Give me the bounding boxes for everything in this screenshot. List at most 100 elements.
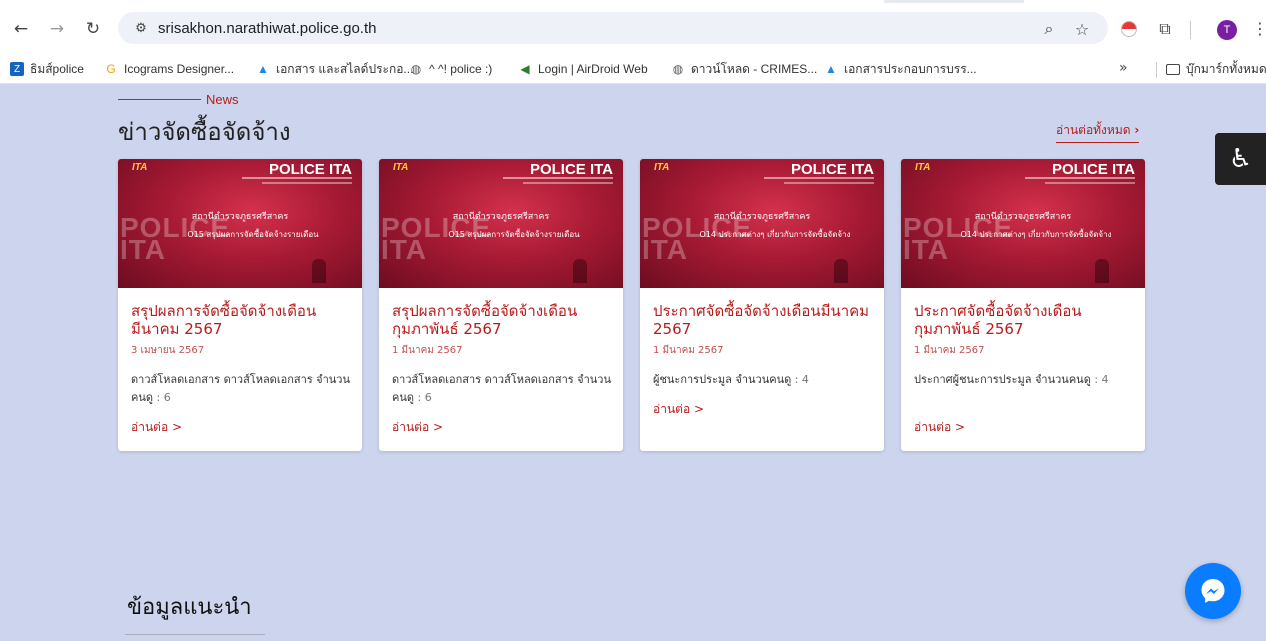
- thumb-subline: [242, 177, 352, 179]
- read-all-link[interactable]: อ่านต่อทั้งหมด ›: [1056, 121, 1140, 143]
- thumb-figure: [1095, 259, 1109, 283]
- card-date: 1 มีนาคม 2567: [653, 345, 724, 356]
- news-card[interactable]: ITA POLICE ITA POLICE ITA สถานีตำรวจภูธรศรีส…: [901, 159, 1145, 451]
- all-bookmarks-label: บุ๊กมาร์กทั้งหมด: [1186, 61, 1266, 76]
- bookmarks-divider: [1156, 62, 1157, 78]
- thumb-subtitle: O14 ประกาศต่างๆ เกี่ยวกับการจัดซื้อจัดจ้…: [699, 230, 851, 239]
- ita-logo: ITA: [654, 162, 670, 173]
- bookmark-label: ดาวน์โหลด - CRIMES...: [691, 61, 818, 76]
- menu-kebab-icon[interactable]: ⋮: [1252, 19, 1266, 38]
- tab-indicator: [884, 0, 1024, 3]
- bookmark-label: เอกสาร และสไลด์ประกอ...: [276, 61, 414, 76]
- google-drive-icon: ▲: [257, 62, 269, 76]
- url-text[interactable]: srisakhon.narathiwat.police.go.th: [158, 20, 376, 37]
- thumb-subtitle: O15 สรุปผลการจัดซื้อจัดจ้างรายเดือน: [187, 230, 319, 239]
- profile-avatar[interactable]: T: [1217, 20, 1237, 40]
- bookmark-item[interactable]: ◀ Login | AirDroid Web: [518, 60, 648, 78]
- all-bookmarks[interactable]: บุ๊กมาร์กทั้งหมด: [1166, 60, 1266, 78]
- thumb-subline: [1025, 177, 1135, 179]
- bookmark-item[interactable]: ▲ เอกสาร และสไลด์ประกอ...: [256, 60, 413, 78]
- card-title[interactable]: สรุปผลการจัดซื้อจัดจ้างเดือนกุมภาพันธ์ 2…: [392, 302, 614, 338]
- toolbar-divider: [1190, 21, 1191, 39]
- bookmark-item[interactable]: ▲ เอกสารประกอบการบรร...: [824, 60, 977, 78]
- chevron-right-icon: ›: [1134, 123, 1140, 137]
- thumb-subline: [523, 182, 613, 184]
- view-count: : 4: [1094, 373, 1109, 386]
- thumb-subline: [262, 182, 352, 184]
- bookmark-label: Login | AirDroid Web: [538, 62, 648, 76]
- reload-icon[interactable]: ↻: [82, 18, 104, 40]
- bookmark-star-icon[interactable]: ☆: [1072, 19, 1092, 39]
- card-thumbnail[interactable]: ITA POLICE ITA POLICE ITA สถานีตำรวจภูธรศรีส…: [901, 159, 1145, 288]
- icograms-icon: G: [106, 62, 116, 76]
- card-title[interactable]: ประกาศจัดซื้อจัดจ้างเดือนมีนาคม 2567: [653, 302, 875, 338]
- accessibility-icon[interactable]: ♿: [1215, 133, 1266, 185]
- card-date: 3 เมษายน 2567: [131, 345, 205, 356]
- section2-decor-line: [125, 634, 265, 635]
- card-desc-text: ประกาศผู้ชนะการประมูล จำนวนคนดู: [914, 373, 1091, 386]
- thumb-subline: [764, 177, 874, 179]
- ita-logo: ITA: [393, 162, 409, 173]
- thumb-subline: [1045, 182, 1135, 184]
- extensions-puzzle-icon[interactable]: ⧉: [1155, 19, 1175, 39]
- bookmark-item[interactable]: G Icograms Designer...: [104, 60, 234, 78]
- news-card[interactable]: ITA POLICE ITA POLICE ITA สถานีตำรวจภูธรศรีส…: [640, 159, 884, 451]
- messenger-chat-button[interactable]: [1185, 563, 1241, 619]
- thumb-brand: POLICE ITA: [529, 161, 613, 178]
- zdrive-icon: Z: [10, 62, 24, 76]
- thumb-subtitle: O14 ประกาศต่างๆ เกี่ยวกับการจัดซื้อจัดจ้…: [960, 230, 1112, 239]
- pokeball-extension-icon[interactable]: [1121, 21, 1137, 37]
- view-count: : 6: [156, 391, 171, 404]
- thumb-station: สถานีตำรวจภูธรศรีสาคร: [191, 212, 289, 222]
- bookmark-label: Icograms Designer...: [124, 62, 235, 76]
- news-decor-line: [118, 99, 201, 100]
- news-label: News: [206, 92, 239, 107]
- bookmark-item[interactable]: ◍ ดาวน์โหลด - CRIMES...: [671, 60, 818, 78]
- ita-logo: ITA: [132, 162, 148, 173]
- thumb-station: สถานีตำรวจภูธรศรีสาคร: [452, 212, 550, 222]
- site-settings-icon[interactable]: ⚙: [132, 19, 150, 37]
- card-date: 1 มีนาคม 2567: [914, 345, 985, 356]
- card-description: ดาวส์โหลดเอกสาร ดาวส์โหลดเอกสาร จำนวนคนด…: [131, 371, 353, 407]
- thumb-brand: POLICE ITA: [1051, 161, 1135, 178]
- card-thumbnail[interactable]: ITA POLICE ITA POLICE ITA สถานีตำรวจภูธรศรีส…: [640, 159, 884, 288]
- card-title[interactable]: ประกาศจัดซื้อจัดจ้างเดือนกุมภาพันธ์ 2567: [914, 302, 1136, 338]
- read-more-link[interactable]: อ่านต่อ >: [131, 418, 182, 437]
- news-card[interactable]: ITA POLICE ITA POLICE ITA สถานีตำรวจภูธรศรีส…: [118, 159, 362, 451]
- card-title[interactable]: สรุปผลการจัดซื้อจัดจ้างเดือนมีนาคม 2567: [131, 302, 353, 338]
- card-thumbnail[interactable]: ITA POLICE ITA POLICE ITA สถานีตำรวจภูธรศรีส…: [379, 159, 623, 288]
- read-all-label: อ่านต่อทั้งหมด: [1056, 123, 1131, 137]
- card-description: ประกาศผู้ชนะการประมูล จำนวนคนดู : 4: [914, 371, 1136, 389]
- thumb-brand: POLICE ITA: [268, 161, 352, 178]
- bookmarks-overflow[interactable]: »: [1119, 60, 1128, 76]
- bookmark-label: เอกสารประกอบการบรร...: [844, 61, 977, 76]
- globe-icon: ◍: [672, 62, 684, 76]
- folder-icon: [1166, 63, 1180, 75]
- bookmark-item[interactable]: ◍ ^ ^! police :): [409, 60, 493, 78]
- section-title: ข่าวจัดซื้อจัดจ้าง: [118, 118, 291, 146]
- thumb-figure: [834, 259, 848, 283]
- read-more-link[interactable]: อ่านต่อ >: [392, 418, 443, 437]
- card-date: 1 มีนาคม 2567: [392, 345, 463, 356]
- bookmark-item[interactable]: Z ธิมส์police: [10, 60, 84, 78]
- thumb-figure: [573, 259, 587, 283]
- card-description: ดาวส์โหลดเอกสาร ดาวส์โหลดเอกสาร จำนวนคนด…: [392, 371, 614, 407]
- view-count: : 6: [417, 391, 432, 404]
- card-desc-text: ผู้ชนะการประมูล จำนวนคนดู: [653, 373, 792, 386]
- thumb-station: สถานีตำรวจภูธรศรีสาคร: [974, 212, 1072, 222]
- zoom-icon[interactable]: ⌕: [1039, 19, 1059, 39]
- back-icon[interactable]: ←: [10, 18, 32, 40]
- read-more-link[interactable]: อ่านต่อ >: [653, 400, 704, 419]
- google-drive-icon: ▲: [825, 62, 837, 76]
- card-description: ผู้ชนะการประมูล จำนวนคนดู : 4: [653, 371, 875, 389]
- card-thumbnail[interactable]: ITA POLICE ITA POLICE ITA สถานีตำรวจภูธรศรีส…: [118, 159, 362, 288]
- messenger-icon: [1201, 579, 1225, 603]
- news-card[interactable]: ITA POLICE ITA POLICE ITA สถานีตำรวจภูธรศรีส…: [379, 159, 623, 451]
- read-more-link[interactable]: อ่านต่อ >: [914, 418, 965, 437]
- airdroid-icon: ◀: [520, 62, 530, 76]
- forward-icon[interactable]: →: [46, 18, 68, 40]
- bookmark-label: ธิมส์police: [30, 61, 84, 76]
- ita-logo: ITA: [915, 162, 931, 173]
- thumb-subline: [784, 182, 874, 184]
- globe-icon: ◍: [410, 62, 422, 76]
